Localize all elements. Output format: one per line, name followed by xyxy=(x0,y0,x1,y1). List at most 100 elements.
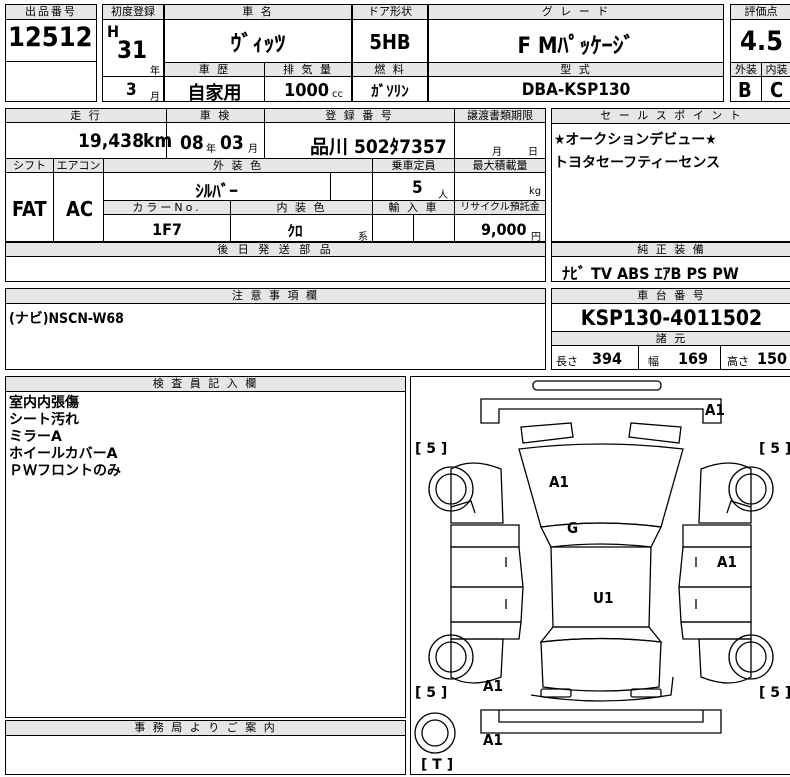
transfer-month-unit: 月 xyxy=(492,147,502,158)
mark-front-bumper: A1 xyxy=(705,401,725,419)
tire-front-right: [ 5 ] xyxy=(759,441,790,457)
spare-tire: [ T ] xyxy=(421,757,454,773)
length: 394 xyxy=(592,349,623,368)
mark-right-side: A1 xyxy=(717,553,737,571)
fuel-header: 燃 料 xyxy=(352,62,428,77)
sales-point-1: ★オークションデビュー★ xyxy=(554,132,717,148)
interior-color-header: 内 装 色 xyxy=(230,200,373,215)
interior-header: 内装 xyxy=(761,62,790,77)
inspection-header: 車 検 xyxy=(166,108,265,123)
capacity-unit: 人 xyxy=(438,190,448,201)
sales-point-2: トヨタセーフティーセンス xyxy=(554,155,721,171)
interior-color-unit: 系 xyxy=(358,232,368,243)
height-label: 高さ xyxy=(727,355,749,368)
inspector-line: ホイールカバーA xyxy=(9,446,118,462)
length-label: 長さ xyxy=(556,355,578,368)
width-label: 幅 xyxy=(648,355,659,368)
max-load-header: 最大積載量 xyxy=(454,158,546,173)
damage-diagram: [ 5 ] [ 5 ] [ 5 ] [ 5 ] [ T ] A1 A1 G A1… xyxy=(410,376,790,775)
interior-grade: C xyxy=(770,78,784,102)
lot-header: 出品番号 xyxy=(5,4,97,20)
displacement-header: 排 気 量 xyxy=(264,62,352,77)
recycle-header: リサイクル預託金 xyxy=(454,200,546,215)
shift: FAT xyxy=(12,197,47,221)
car-name-header: 車 名 xyxy=(164,4,352,20)
tire-front-left: [ 5 ] xyxy=(415,441,448,457)
inspection-year: 08 xyxy=(180,132,204,154)
score: 4.5 xyxy=(740,26,784,57)
inspector-line: シート汚れ xyxy=(9,412,79,428)
width: 169 xyxy=(678,349,709,368)
first-reg-header: 初度登録 xyxy=(102,4,164,20)
inspector-line: ＰＷフロントのみ xyxy=(9,463,121,479)
lot-number: 12512 xyxy=(8,22,93,53)
color-number: 1F7 xyxy=(152,220,182,239)
specs-header: 諸 元 xyxy=(551,331,790,346)
import-header: 輸 入 車 xyxy=(372,200,455,215)
inspection-month: 03 xyxy=(220,132,244,154)
inspector-line: 室内内張傷 xyxy=(9,395,79,411)
inspection-year-unit: 年 xyxy=(206,144,216,155)
car-outline xyxy=(414,380,774,754)
max-load-unit: kg xyxy=(529,186,542,197)
capacity: 5 xyxy=(412,178,423,198)
inspection-month-unit: 月 xyxy=(248,144,258,155)
later-parts-header: 後 日 発 送 部 品 xyxy=(5,242,546,257)
registration-header: 登 録 番 号 xyxy=(264,108,455,123)
mark-roof: G xyxy=(567,519,579,537)
air-conditioner: AC xyxy=(66,197,94,221)
history-header: 車 歴 xyxy=(164,62,265,77)
history: 自家用 xyxy=(187,83,242,104)
office-header: 事 務 局 よ り ご 案 内 xyxy=(5,720,406,736)
height: 150 xyxy=(757,349,788,368)
grade: F Mﾊﾟｯｹｰｼﾞ xyxy=(517,34,635,59)
equipment-header: 純 正 装 備 xyxy=(551,242,790,257)
exterior-header: 外装 xyxy=(730,62,762,77)
mark-hood: A1 xyxy=(549,473,569,491)
displacement-unit: cc xyxy=(332,89,343,100)
inspector-line: ミラーA xyxy=(9,429,62,445)
mileage: 19,438 xyxy=(78,130,144,152)
interior-color: ｸﾛ xyxy=(287,222,303,240)
grade-header: グ レ ー ド xyxy=(428,4,724,20)
mark-rear-bumper: A1 xyxy=(483,731,503,749)
inspector-notes: 室内内張傷 シート汚れ ミラーA ホイールカバーA ＰＷフロントのみ xyxy=(9,395,121,480)
model-code: DBA-KSP130 xyxy=(521,80,631,100)
year-unit: 年 xyxy=(150,66,160,77)
mark-rear-left: A1 xyxy=(483,677,503,695)
ac-header: エアコン xyxy=(53,158,104,173)
chassis-header: 車 台 番 号 xyxy=(551,288,790,304)
tire-rear-left: [ 5 ] xyxy=(415,685,448,701)
color-no-header: カラーNo. xyxy=(103,200,231,215)
sales-point-header: セ ー ル ス ポ イ ン ト xyxy=(551,108,790,124)
shift-header: シフト xyxy=(5,158,54,173)
chassis-number: KSP130-4011502 xyxy=(580,306,763,330)
notes-header: 注 意 事 項 欄 xyxy=(5,288,546,304)
recycle-deposit: 9,000 xyxy=(481,220,527,239)
mileage-header: 走 行 xyxy=(5,108,167,123)
fuel: ｶﾞｿﾘﾝ xyxy=(371,82,409,100)
equipment: ﾅﾋﾞ TV ABS ｴｱB PS PW xyxy=(562,264,739,283)
score-header: 評価点 xyxy=(730,4,790,20)
transfer-header: 譲渡書類期限 xyxy=(454,108,546,123)
displacement: 1000 xyxy=(284,80,330,101)
door-header: ドア形状 xyxy=(352,4,428,20)
inspector-header: 検 査 員 記 入 欄 xyxy=(5,376,406,392)
transfer-day-unit: 日 xyxy=(528,147,538,158)
car-name: ｳﾞｨｯﾂ xyxy=(230,32,286,57)
door-type: 5HB xyxy=(369,30,411,54)
first-reg-year: 31 xyxy=(117,36,148,64)
registration-number: 品川 502ﾀ7357 xyxy=(310,136,447,158)
first-reg-month: 3 xyxy=(126,80,137,100)
notes-text: (ナビ)NSCN-W68 xyxy=(9,311,124,327)
mileage-unit: km xyxy=(143,130,173,152)
month-unit: 月 xyxy=(150,92,160,103)
tire-rear-right: [ 5 ] xyxy=(759,685,790,701)
recycle-unit: 円 xyxy=(531,232,541,243)
mark-body-center: U1 xyxy=(593,589,614,607)
model-header: 型 式 xyxy=(428,62,724,77)
exterior-color: ｼﾙﾊﾞｰ xyxy=(195,182,238,202)
exterior-color-header: 外 装 色 xyxy=(103,158,373,173)
capacity-header: 乗車定員 xyxy=(372,158,455,173)
exterior-grade: B xyxy=(738,78,752,102)
